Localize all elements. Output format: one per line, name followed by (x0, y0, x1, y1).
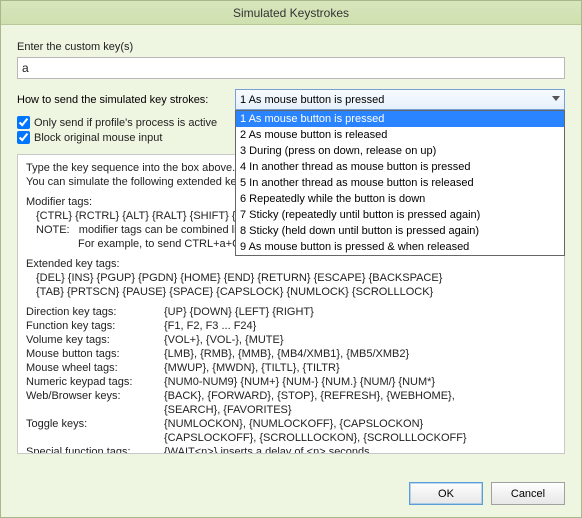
dialog-content: Enter the custom key(s) How to send the … (1, 25, 581, 474)
send-method-selected: 1 As mouse button is pressed (240, 94, 384, 106)
extended-tags-head: Extended key tags: (26, 257, 556, 271)
chevron-down-icon (552, 96, 560, 101)
extended-tags: {TAB} {PRTSCN} {PAUSE} {SPACE} {CAPSLOCK… (26, 285, 556, 299)
mouse-wheel-tags: {MWUP}, {MWDN}, {TILTL}, {TILTR} (164, 361, 556, 375)
direction-tags-label: Direction key tags: (26, 305, 156, 319)
cancel-button[interactable]: Cancel (491, 482, 565, 505)
web-tags: {BACK}, {FORWARD}, {STOP}, {REFRESH}, {W… (164, 389, 556, 403)
only-if-active-input[interactable] (17, 116, 30, 129)
extended-tags: {DEL} {INS} {PGUP} {PGDN} {HOME} {END} {… (26, 271, 556, 285)
dropdown-option[interactable]: 1 As mouse button is pressed (236, 111, 564, 127)
dropdown-option[interactable]: 9 As mouse button is pressed & when rele… (236, 239, 564, 255)
function-tags-label: Function key tags: (26, 319, 156, 333)
volume-tags: {VOL+}, {VOL-}, {MUTE} (164, 333, 556, 347)
ok-button[interactable]: OK (409, 482, 483, 505)
custom-key-label: Enter the custom key(s) (17, 41, 565, 53)
dropdown-option[interactable]: 7 Sticky (repeatedly until button is pre… (236, 207, 564, 223)
web-tags-label: Web/Browser keys: (26, 389, 156, 403)
dropdown-option[interactable]: 6 Repeatedly while the button is down (236, 191, 564, 207)
dropdown-option[interactable]: 2 As mouse button is released (236, 127, 564, 143)
titlebar: Simulated Keystrokes (1, 1, 581, 25)
dropdown-option[interactable]: 3 During (press on down, release on up) (236, 143, 564, 159)
special-tags-label: Special function tags: (26, 445, 156, 454)
direction-tags: {UP} {DOWN} {LEFT} {RIGHT} (164, 305, 556, 319)
web-tags: {SEARCH}, {FAVORITES} (164, 403, 556, 417)
note-label: NOTE: (36, 224, 70, 236)
dropdown-option[interactable]: 8 Sticky (held down until button is pres… (236, 223, 564, 239)
mouse-button-tags: {LMB}, {RMB}, {MMB}, {MB4/XMB1}, {MB5/XM… (164, 347, 556, 361)
block-mouse-input[interactable] (17, 131, 30, 144)
toggle-tags-label: Toggle keys: (26, 417, 156, 431)
custom-key-input[interactable] (17, 57, 565, 79)
window-title: Simulated Keystrokes (233, 6, 349, 20)
send-method-label: How to send the simulated key strokes: (17, 94, 227, 106)
numeric-tags: {NUM0-NUM9} {NUM+} {NUM-} {NUM.} {NUM/} … (164, 375, 556, 389)
dropdown-option[interactable]: 4 In another thread as mouse button is p… (236, 159, 564, 175)
toggle-tags: {CAPSLOCKOFF}, {SCROLLLOCKON}, {SCROLLLO… (164, 431, 556, 445)
dialog-window: Simulated Keystrokes Enter the custom ke… (0, 0, 582, 518)
send-method-combo[interactable]: 1 As mouse button is pressed 1 As mouse … (235, 89, 565, 110)
block-mouse-label: Block original mouse input (34, 132, 162, 144)
toggle-tags: {NUMLOCKON}, {NUMLOCKOFF}, {CAPSLOCKON} (164, 417, 556, 431)
volume-tags-label: Volume key tags: (26, 333, 156, 347)
dropdown-option[interactable]: 5 In another thread as mouse button is r… (236, 175, 564, 191)
function-tags: {F1, F2, F3 ... F24} (164, 319, 556, 333)
numeric-tags-label: Numeric keypad tags: (26, 375, 156, 389)
send-method-dropdown: 1 As mouse button is pressed 2 As mouse … (235, 110, 565, 256)
only-if-active-label: Only send if profile's process is active (34, 117, 217, 129)
mouse-button-tags-label: Mouse button tags: (26, 347, 156, 361)
mouse-wheel-tags-label: Mouse wheel tags: (26, 361, 156, 375)
special-tags: {WAIT<n>} inserts a delay of <n> seconds… (164, 445, 556, 454)
button-bar: OK Cancel (1, 474, 581, 517)
